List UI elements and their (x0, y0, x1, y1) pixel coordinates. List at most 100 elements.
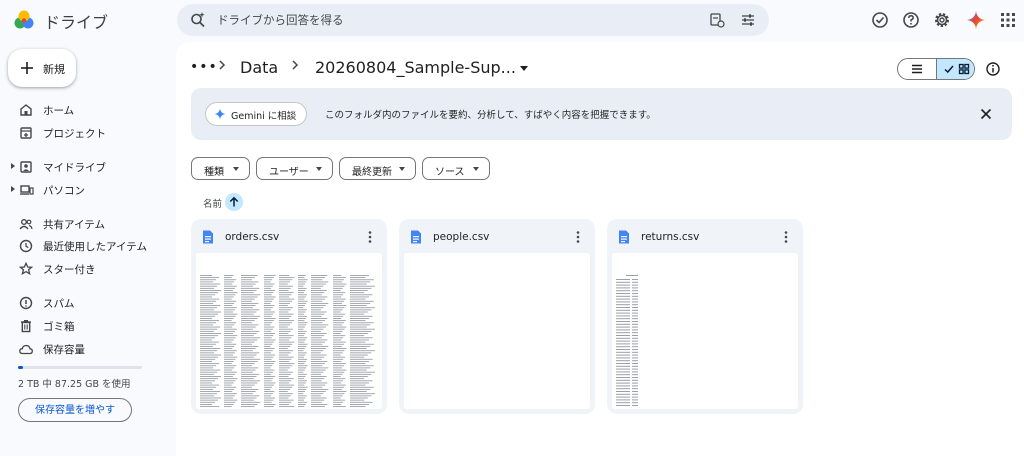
new-button[interactable]: 新規 (8, 49, 76, 87)
folder-dropdown-icon[interactable] (520, 66, 528, 71)
search-bar[interactable] (177, 4, 769, 36)
arrow-up-icon (229, 196, 239, 207)
search-input[interactable] (217, 8, 657, 32)
new-button-label: 新規 (43, 63, 65, 76)
gemini-sparkle-icon[interactable] (966, 10, 986, 30)
project-icon (20, 127, 32, 139)
sidebar-item-computers[interactable]: パソコン (0, 180, 176, 200)
clock-icon (19, 239, 33, 253)
sidebar-item-starred[interactable]: スター付き (0, 259, 176, 279)
sidebar-item-label: スター付き (43, 264, 96, 276)
sheet-file-icon (203, 230, 213, 244)
star-icon (18, 261, 34, 276)
sidebar-item-label: ゴミ箱 (43, 321, 75, 333)
file-card-people[interactable]: people.csv (399, 219, 595, 414)
sidebar-item-recent[interactable]: 最近使用したアイテム (0, 236, 176, 256)
storage-usage-bar (18, 366, 142, 369)
view-toggle (897, 58, 975, 80)
app-title[interactable]: ドライブ (44, 9, 108, 33)
get-more-storage-button[interactable]: 保存容量を増やす (18, 398, 132, 422)
filter-source-label: ソース (435, 167, 465, 178)
more-options-icon[interactable] (779, 229, 793, 245)
storage-usage-text: 2 TB 中 87.25 GB を使用 (18, 379, 131, 390)
trash-icon (21, 320, 31, 333)
chevron-down-icon (316, 167, 322, 171)
file-thumbnail (196, 253, 382, 409)
settings-gear-icon[interactable] (932, 10, 952, 30)
file-name: people.csv (433, 231, 490, 243)
sidebar-item-label: ホーム (43, 105, 75, 117)
sidebar-item-trash[interactable]: ゴミ箱 (0, 316, 176, 336)
plus-icon (21, 62, 33, 74)
file-name: orders.csv (225, 231, 280, 243)
list-view-button[interactable] (898, 59, 937, 79)
close-icon[interactable] (980, 108, 992, 120)
search-history-icon[interactable] (709, 12, 725, 28)
search-options-icon[interactable] (740, 12, 756, 28)
apps-grid-icon[interactable] (998, 10, 1018, 30)
breadcrumb-chevron-icon (292, 60, 299, 70)
filter-people-label: ユーザー (269, 167, 309, 178)
chevron-down-icon (233, 167, 239, 171)
expand-caret-icon[interactable] (11, 186, 15, 192)
file-thumbnail (404, 253, 590, 409)
filter-modified-chip[interactable]: 最終更新 (339, 157, 416, 180)
main-panel: ••• Data 20260804_Sample-Sup... Gemini に… (176, 42, 1024, 456)
sidebar-item-label: プロジェクト (43, 128, 106, 140)
sidebar-item-home[interactable]: ホーム (0, 100, 176, 120)
chevron-down-icon (473, 167, 479, 171)
top-bar: ドライブ (0, 0, 1024, 40)
gemini-banner-text: このフォルダ内のファイルを要約、分析して、すばやく内容を把握できます。 (325, 110, 656, 121)
info-icon[interactable] (985, 61, 1001, 77)
breadcrumb-more-button[interactable]: ••• (190, 59, 218, 75)
sidebar-item-label: 共有アイテム (43, 219, 105, 231)
sheet-file-icon (411, 230, 421, 244)
expand-caret-icon[interactable] (11, 163, 15, 169)
sidebar-item-label: 保存容量 (43, 344, 85, 356)
file-card-returns[interactable]: returns.csv (607, 219, 803, 414)
help-icon[interactable] (901, 10, 921, 30)
current-folder-title[interactable]: 20260804_Sample-Sup... (315, 58, 516, 77)
breadcrumb-chevron-icon (219, 60, 226, 70)
filter-people-chip[interactable]: ユーザー (256, 157, 333, 180)
ask-gemini-button[interactable]: Gemini に相談 (205, 102, 307, 126)
sheet-file-icon (619, 230, 629, 244)
chevron-down-icon (399, 167, 405, 171)
filter-type-label: 種類 (204, 167, 224, 178)
storage-usage-fill (18, 366, 23, 369)
sidebar-item-label: 最近使用したアイテム (43, 241, 147, 253)
sidebar-item-storage[interactable]: 保存容量 (0, 339, 176, 359)
grid-view-button[interactable] (937, 59, 974, 79)
list-view-icon (912, 64, 922, 74)
sidebar-item-label: パソコン (43, 185, 85, 197)
offline-ready-icon[interactable] (870, 10, 890, 30)
sort-direction-button[interactable] (225, 193, 243, 211)
my-drive-icon (20, 161, 32, 173)
gemini-banner: Gemini に相談 このフォルダ内のファイルを要約、分析して、すばやく内容を把… (191, 88, 1012, 140)
spam-icon (19, 296, 33, 310)
ask-gemini-label: Gemini に相談 (231, 111, 297, 122)
sidebar-item-label: マイドライブ (43, 162, 106, 174)
sidebar-item-my-drive[interactable]: マイドライブ (0, 157, 176, 177)
check-icon (944, 65, 954, 74)
computer-icon (20, 185, 34, 195)
filter-modified-label: 最終更新 (352, 167, 392, 178)
sort-by-name-label[interactable]: 名前 (203, 196, 222, 210)
grid-view-icon (958, 63, 970, 75)
sidebar-item-shared[interactable]: 共有アイテム (0, 214, 176, 234)
filter-source-chip[interactable]: ソース (422, 157, 490, 180)
more-options-icon[interactable] (571, 229, 585, 245)
gemini-sparkle-icon (214, 108, 226, 120)
drive-logo-icon[interactable] (12, 8, 36, 32)
home-icon (20, 104, 32, 116)
sidebar-item-spam[interactable]: スパム (0, 293, 176, 313)
file-name: returns.csv (641, 231, 700, 243)
spreadsheet-preview-image (616, 275, 638, 406)
ai-search-icon (191, 12, 205, 28)
filter-type-chip[interactable]: 種類 (191, 157, 250, 180)
sidebar-item-projects[interactable]: プロジェクト (0, 123, 176, 143)
breadcrumb-item-data[interactable]: Data (240, 58, 278, 77)
file-card-orders[interactable]: orders.csv (191, 219, 387, 414)
shared-icon (19, 219, 33, 230)
more-options-icon[interactable] (363, 229, 377, 245)
